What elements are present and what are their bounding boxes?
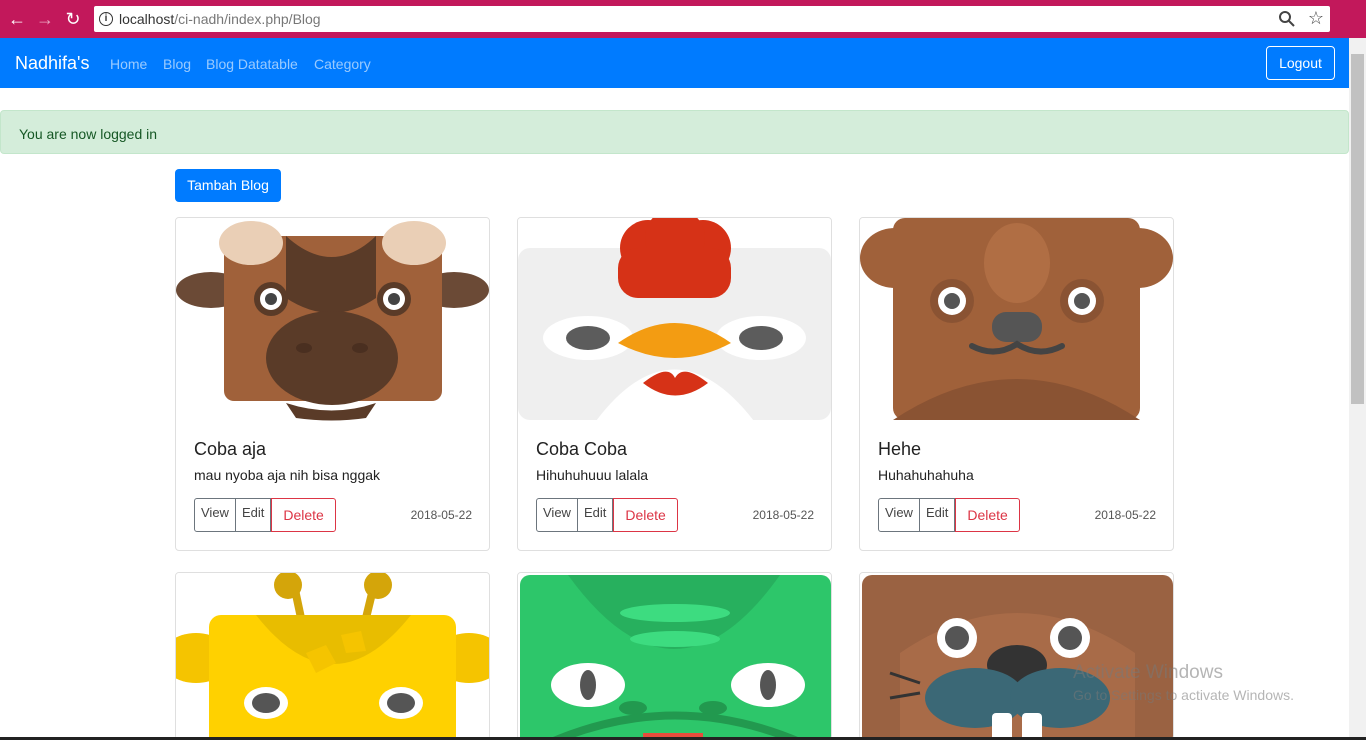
info-icon[interactable]: i [99, 12, 113, 26]
walrus-avatar-image [860, 573, 1173, 739]
url-text[interactable]: localhost/ci-nadh/index.php/Blog [119, 11, 321, 27]
activate-windows-watermark: Activate Windows Go to Settings to activ… [1073, 662, 1294, 703]
card-actions: View Edit Delete [878, 498, 1020, 532]
browser-toolbar: ← → ↻ i localhost/ci-nadh/index.php/Blog… [0, 0, 1366, 38]
blog-card: Hehe Huhahuhahuha View Edit Delete 2018-… [859, 217, 1174, 551]
view-button[interactable]: View [536, 498, 578, 532]
address-bar[interactable]: i localhost/ci-nadh/index.php/Blog ☆ [94, 6, 1330, 32]
nav-link-home[interactable]: Home [110, 56, 147, 72]
chicken-avatar-image [518, 218, 831, 421]
blog-card: Coba Coba Hihuhuhuuu lalala View Edit De… [517, 217, 832, 551]
card-text: Huhahuhahuha [878, 467, 974, 483]
alert-message: You are now logged in [19, 126, 158, 142]
vertical-scrollbar[interactable] [1349, 38, 1366, 740]
card-title: Coba aja [194, 439, 267, 459]
delete-button[interactable]: Delete [613, 498, 678, 532]
delete-button[interactable]: Delete [955, 498, 1020, 532]
nav-link-blog[interactable]: Blog [163, 56, 191, 72]
view-button[interactable]: View [878, 498, 920, 532]
star-icon[interactable]: ☆ [1308, 8, 1324, 29]
card-actions: View Edit Delete [194, 498, 336, 532]
blog-card: Coba aja mau nyoba aja nih bisa nggak Vi… [175, 217, 490, 551]
blog-card [517, 572, 832, 740]
success-alert: You are now logged in [0, 110, 1349, 154]
card-title: Hehe [878, 439, 922, 459]
card-actions: View Edit Delete [536, 498, 678, 532]
logout-button[interactable]: Logout [1266, 46, 1335, 80]
giraffe-avatar-image [176, 573, 489, 739]
navbar: Nadhifa's Home Blog Blog Datatable Categ… [0, 38, 1349, 88]
arrow-left-icon[interactable]: ← [6, 8, 28, 30]
add-blog-button[interactable]: Tambah Blog [175, 169, 281, 202]
card-date: 2018-05-22 [752, 508, 814, 522]
buffalo-avatar-image [176, 218, 489, 421]
card-text: mau nyoba aja nih bisa nggak [194, 467, 381, 483]
edit-button[interactable]: Edit [919, 498, 956, 532]
watermark-subtitle: Go to Settings to activate Windows. [1073, 687, 1294, 703]
crocodile-avatar-image [518, 573, 831, 739]
scrollbar-thumb[interactable] [1351, 54, 1364, 404]
blog-card [175, 572, 490, 740]
watermark-title: Activate Windows [1073, 662, 1223, 683]
card-date: 2018-05-22 [1094, 508, 1156, 522]
card-date: 2018-05-22 [410, 508, 472, 522]
nav-link-category[interactable]: Category [314, 56, 371, 72]
card-title: Coba Coba [536, 439, 628, 459]
edit-button[interactable]: Edit [577, 498, 614, 532]
beaver-avatar-image [860, 218, 1173, 421]
view-button[interactable]: View [194, 498, 236, 532]
blog-card [859, 572, 1174, 740]
arrow-right-icon[interactable]: → [34, 8, 56, 30]
nav-link-blog-datatable[interactable]: Blog Datatable [206, 56, 298, 72]
delete-button[interactable]: Delete [271, 498, 336, 532]
brand-link[interactable]: Nadhifa's [15, 53, 89, 74]
edit-button[interactable]: Edit [235, 498, 272, 532]
reload-icon[interactable]: ↻ [62, 8, 84, 30]
magnifier-icon[interactable] [1278, 10, 1296, 28]
card-text: Hihuhuhuuu lalala [536, 467, 649, 483]
